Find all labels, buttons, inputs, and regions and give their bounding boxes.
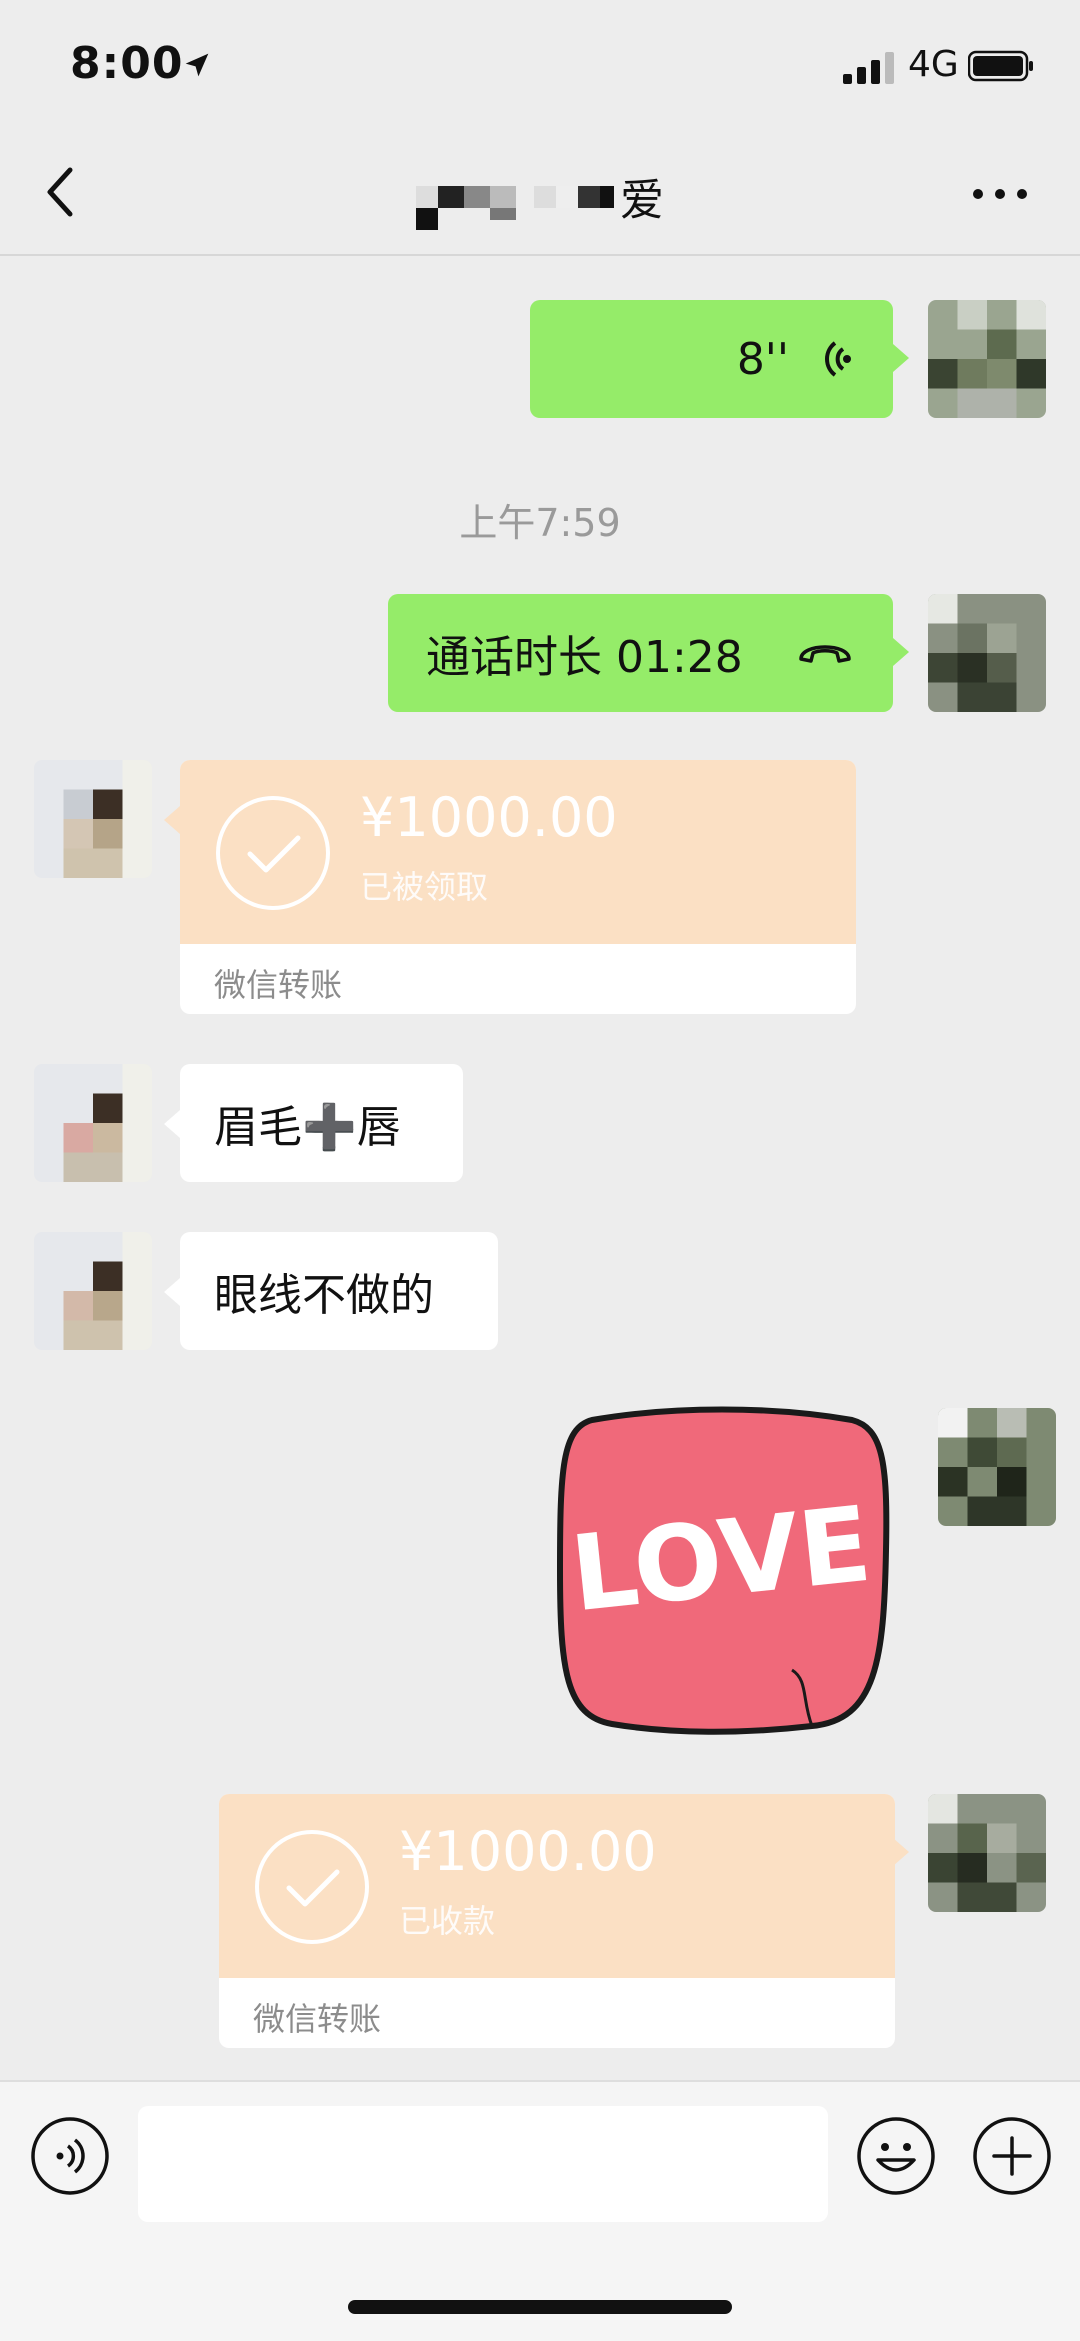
my-avatar[interactable] <box>928 594 1046 712</box>
my-avatar[interactable] <box>928 1794 1046 1912</box>
my-avatar[interactable] <box>938 1408 1056 1526</box>
bubble-tail <box>893 344 909 372</box>
love-sticker[interactable]: LOVE <box>552 1400 892 1740</box>
transfer-amount: ¥1000.00 <box>360 786 618 849</box>
call-record-bubble[interactable]: 通话时长 01:28 <box>388 594 893 712</box>
transfer-card-received[interactable]: ¥1000.00 已被领取 微信转账 <box>180 760 856 1014</box>
more-options-icon[interactable] <box>968 170 1032 218</box>
check-circle-icon <box>216 796 330 910</box>
bubble-tail <box>164 1110 180 1138</box>
voice-input-icon[interactable] <box>30 2116 110 2196</box>
network-type: 4G <box>908 44 959 85</box>
status-bar: 8:00 4G <box>0 0 1080 140</box>
chat-header: 爱 <box>0 140 1080 256</box>
location-arrow-icon <box>185 53 209 77</box>
voice-message-bubble[interactable]: 8'' <box>530 300 893 418</box>
transfer-status: 已收款 <box>399 1902 496 1940</box>
emoji-icon[interactable] <box>856 2116 936 2196</box>
home-indicator[interactable] <box>348 2300 732 2314</box>
text-message-bubble[interactable]: 眼线不做的 <box>180 1232 498 1350</box>
message-input[interactable] <box>138 2106 828 2222</box>
check-circle-icon <box>255 1830 369 1944</box>
message-text: 眉毛➕唇 <box>214 1102 401 1153</box>
my-avatar[interactable] <box>928 300 1046 418</box>
status-time: 8:00 <box>70 38 184 89</box>
contact-avatar[interactable] <box>34 760 152 878</box>
input-bar <box>0 2080 1080 2341</box>
phone-hangup-icon <box>799 645 851 663</box>
message-text: 眼线不做的 <box>214 1270 434 1321</box>
transfer-label: 微信转账 <box>253 2000 382 2038</box>
back-chevron-icon[interactable] <box>40 160 80 224</box>
plus-more-icon[interactable] <box>972 2116 1052 2196</box>
transfer-amount: ¥1000.00 <box>399 1820 657 1883</box>
timestamp: 上午7:59 <box>459 501 621 545</box>
contact-avatar[interactable] <box>34 1064 152 1182</box>
voice-duration: 8'' <box>736 333 789 385</box>
transfer-status: 已被领取 <box>360 868 489 906</box>
text-message-bubble[interactable]: 眉毛➕唇 <box>180 1064 463 1182</box>
contact-avatar[interactable] <box>34 1232 152 1350</box>
signal-icon <box>843 52 894 84</box>
transfer-label: 微信转账 <box>214 966 343 1004</box>
voice-wave-icon <box>825 341 851 377</box>
transfer-card-sent[interactable]: ¥1000.00 已收款 微信转账 <box>219 1794 895 2048</box>
bubble-tail <box>164 806 180 834</box>
call-duration-text: 通话时长 01:28 <box>426 632 743 683</box>
bubble-tail <box>164 1278 180 1306</box>
bubble-tail <box>893 1838 909 1866</box>
bubble-tail <box>893 638 909 666</box>
chat-title-char: 爱 <box>620 175 664 226</box>
battery-icon <box>968 50 1033 82</box>
